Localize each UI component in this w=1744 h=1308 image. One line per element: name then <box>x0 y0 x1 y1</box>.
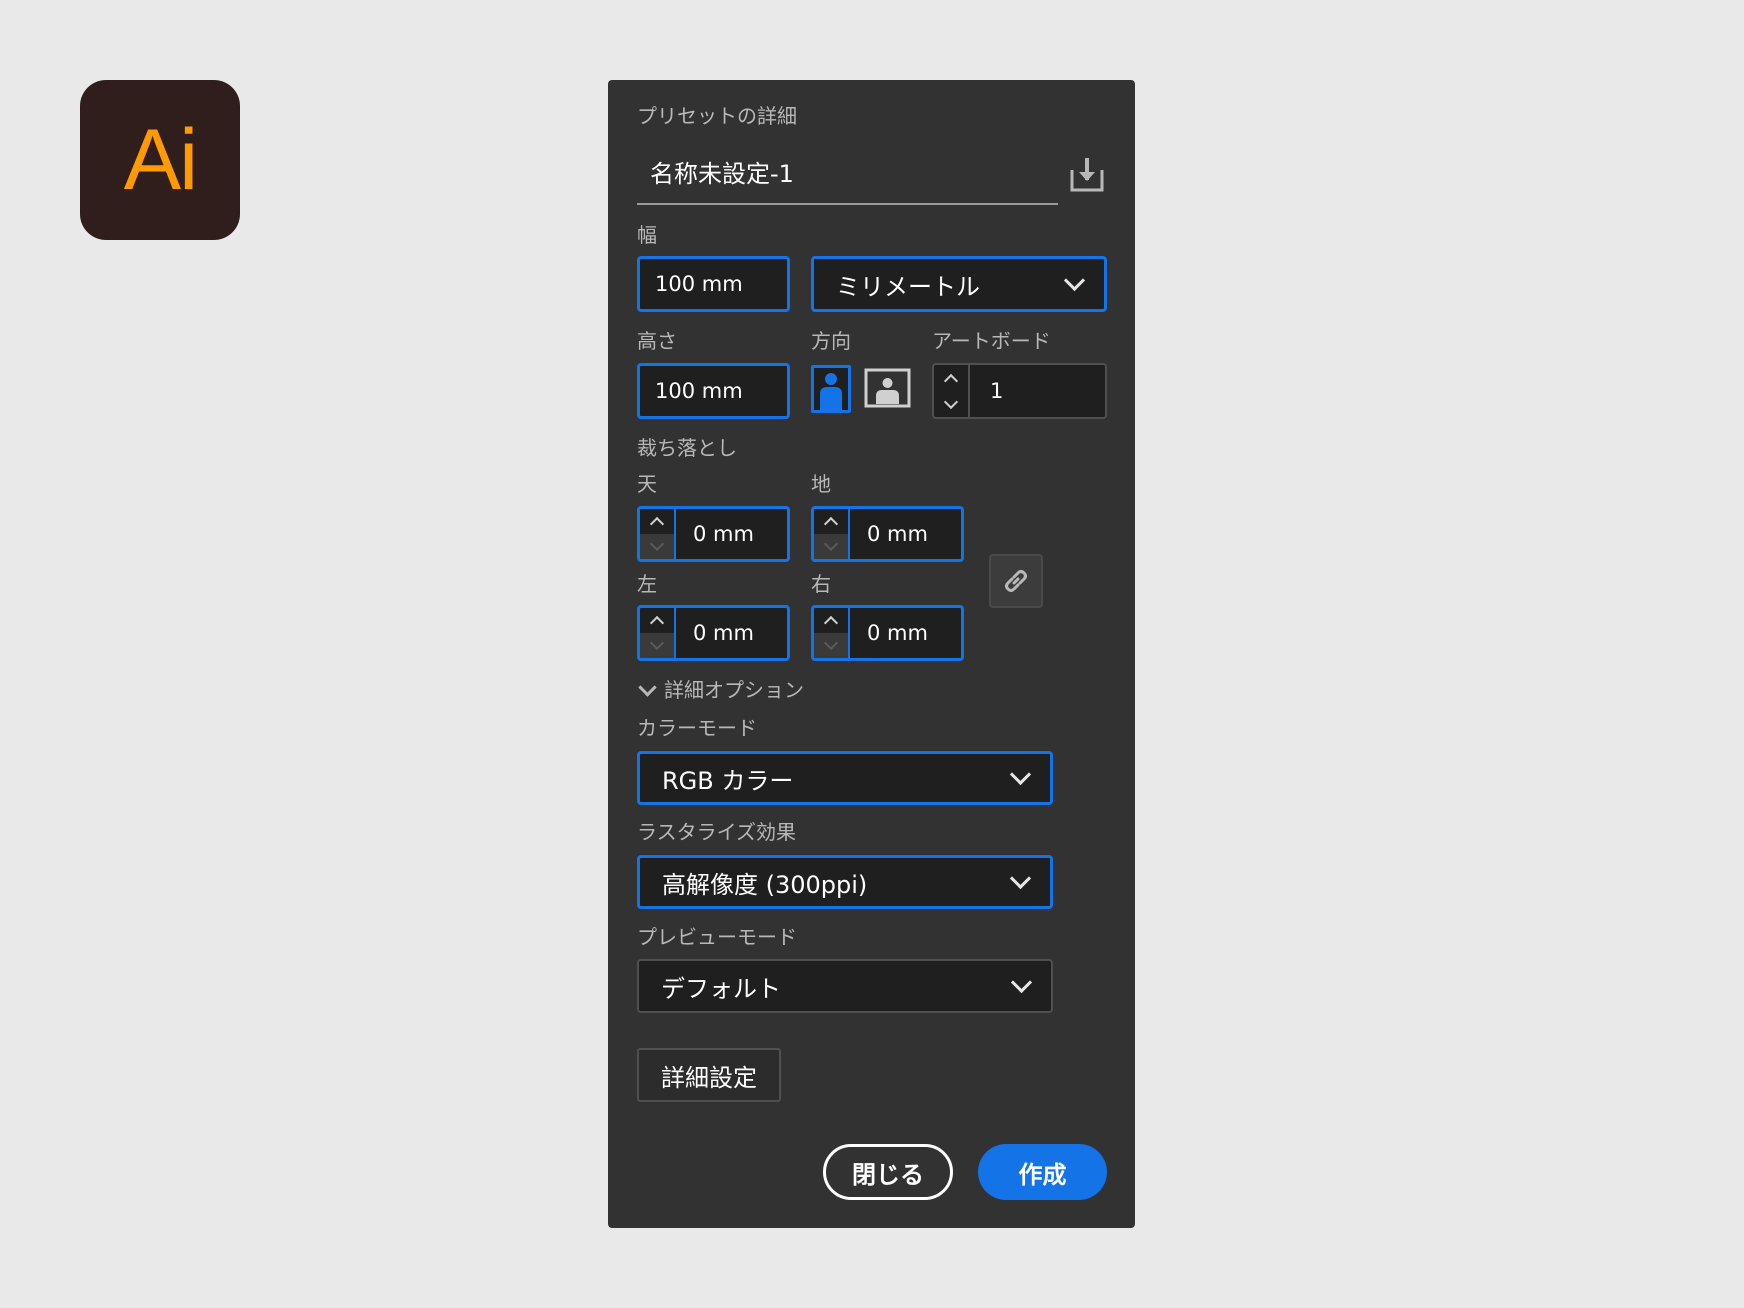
artboards-increment-button[interactable] <box>934 365 968 391</box>
portrait-icon <box>820 373 842 410</box>
height-value: 100 mm <box>655 379 743 403</box>
new-document-preset-panel: プリセットの詳細 名称未設定-1 幅 100 mm ミリメートル 高さ 方向 ア… <box>608 80 1135 1228</box>
chevron-down-icon <box>1063 269 1086 291</box>
save-preset-icon[interactable] <box>1068 156 1106 194</box>
color-mode-dropdown[interactable]: RGB カラー <box>637 751 1053 805</box>
chevron-down-icon <box>1009 763 1032 785</box>
unit-dropdown[interactable]: ミリメートル <box>811 256 1107 312</box>
bleed-left-increment-button[interactable] <box>640 608 674 633</box>
artboards-stepper-arrows <box>934 365 970 417</box>
bleed-bottom-input[interactable]: 0 mm <box>811 506 964 562</box>
orientation-label: 方向 <box>811 329 851 353</box>
artboards-stepper[interactable]: 1 <box>932 363 1107 419</box>
height-label: 高さ <box>637 329 677 353</box>
create-button[interactable]: 作成 <box>978 1144 1107 1200</box>
artboards-value: 1 <box>990 379 1004 403</box>
bleed-left-decrement-button[interactable] <box>640 633 674 658</box>
preview-mode-label: プレビューモード <box>637 925 797 949</box>
width-input[interactable]: 100 mm <box>637 256 790 312</box>
close-button[interactable]: 閉じる <box>823 1144 953 1200</box>
bleed-top-input[interactable]: 0 mm <box>637 506 790 562</box>
bleed-top-increment-button[interactable] <box>640 509 674 534</box>
bleed-bottom-stepper <box>814 509 850 559</box>
bleed-label: 裁ち落とし <box>637 436 737 460</box>
illustrator-logo: Ai <box>80 80 240 240</box>
bleed-top-value: 0 mm <box>693 522 754 546</box>
artboards-decrement-button[interactable] <box>934 391 968 417</box>
portrait-orientation-button[interactable] <box>811 365 851 413</box>
raster-effects-value: 高解像度 (300ppi) <box>662 870 868 899</box>
unit-dropdown-value: ミリメートル <box>836 272 980 301</box>
bleed-right-increment-button[interactable] <box>814 608 848 633</box>
bleed-left-stepper <box>640 608 676 658</box>
link-icon <box>1005 570 1027 592</box>
bleed-top-decrement-button[interactable] <box>640 534 674 559</box>
raster-effects-dropdown[interactable]: 高解像度 (300ppi) <box>637 855 1053 909</box>
bleed-top-label: 天 <box>637 472 657 496</box>
chevron-down-icon <box>1009 867 1032 889</box>
chevron-down-icon <box>638 677 657 697</box>
bleed-bottom-decrement-button[interactable] <box>814 534 848 559</box>
bleed-right-input[interactable]: 0 mm <box>811 605 964 661</box>
advanced-options-toggle[interactable]: 詳細オプション <box>637 677 804 702</box>
width-value: 100 mm <box>655 272 743 296</box>
height-input[interactable]: 100 mm <box>637 363 790 419</box>
bleed-left-input[interactable]: 0 mm <box>637 605 790 661</box>
bleed-right-stepper <box>814 608 850 658</box>
chevron-down-icon <box>1010 971 1033 993</box>
preset-section-label: プリセットの詳細 <box>637 104 797 128</box>
bleed-right-value: 0 mm <box>867 621 928 645</box>
advanced-options-label: 詳細オプション <box>664 678 804 702</box>
more-settings-button[interactable]: 詳細設定 <box>637 1048 781 1102</box>
bleed-bottom-increment-button[interactable] <box>814 509 848 534</box>
preview-mode-value: デフォルト <box>661 974 781 1003</box>
width-label: 幅 <box>637 223 657 247</box>
preview-mode-dropdown[interactable]: デフォルト <box>637 959 1053 1013</box>
bleed-top-stepper <box>640 509 676 559</box>
bleed-bottom-value: 0 mm <box>867 522 928 546</box>
preset-name-input[interactable]: 名称未設定-1 <box>650 154 794 189</box>
link-bleed-button[interactable] <box>989 554 1043 608</box>
raster-effects-label: ラスタライズ効果 <box>637 820 796 844</box>
color-mode-value: RGB カラー <box>662 766 794 795</box>
landscape-orientation-button[interactable] <box>864 368 911 408</box>
preset-name-underline <box>637 203 1058 205</box>
logo-text: Ai <box>123 112 198 208</box>
bleed-right-decrement-button[interactable] <box>814 633 848 658</box>
bleed-right-label: 右 <box>811 572 831 596</box>
color-mode-label: カラーモード <box>637 716 757 740</box>
landscape-icon <box>864 368 911 408</box>
bleed-bottom-label: 地 <box>811 472 831 496</box>
artboards-label: アートボード <box>932 329 1051 353</box>
bleed-left-label: 左 <box>637 572 657 596</box>
bleed-left-value: 0 mm <box>693 621 754 645</box>
